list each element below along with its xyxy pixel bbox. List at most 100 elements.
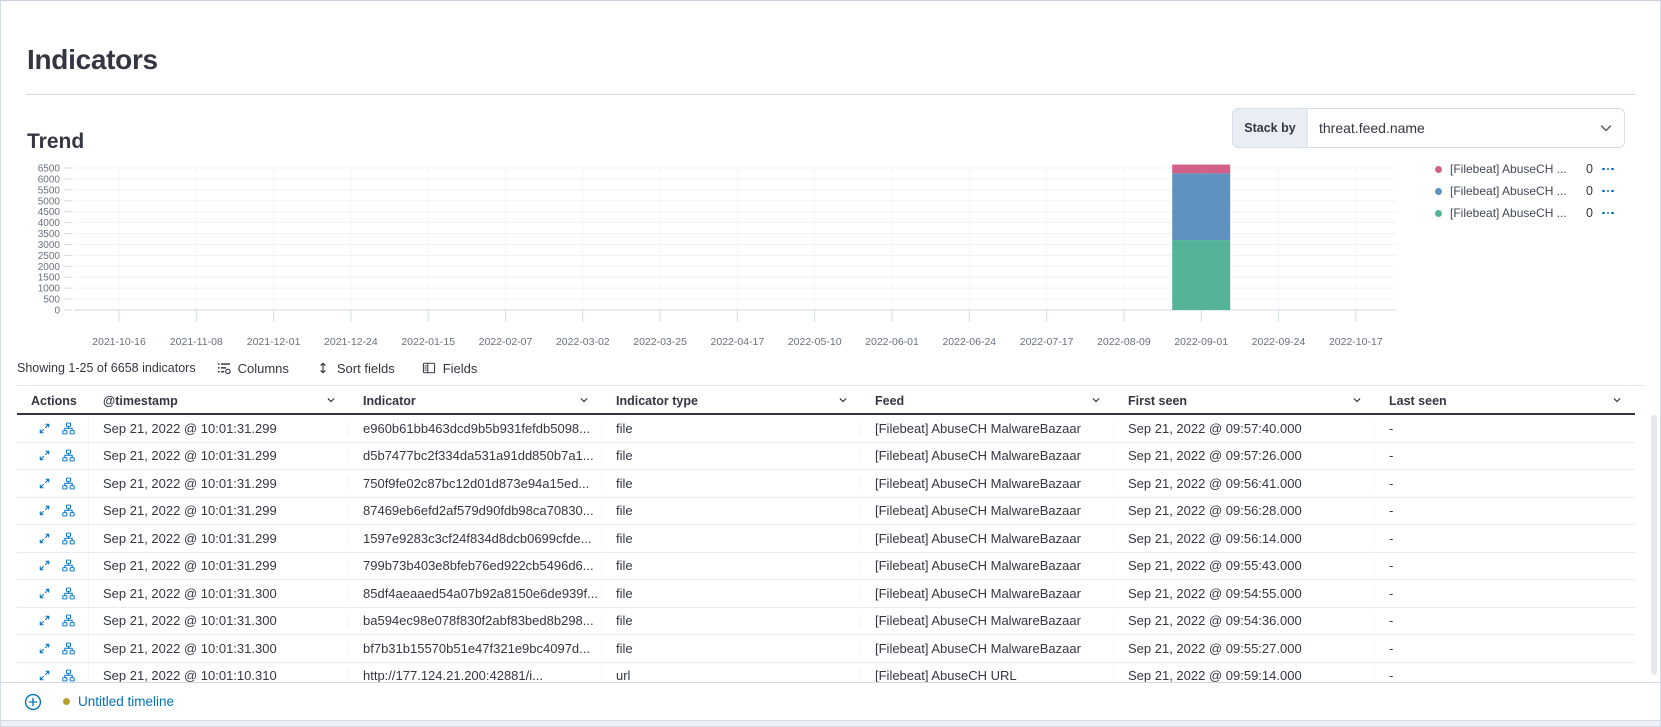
cell-feed: [Filebeat] AbuseCH MalwareBazaar xyxy=(861,531,1114,546)
legend-item[interactable]: [Filebeat] AbuseCH ... 0 xyxy=(1435,158,1645,180)
add-to-timeline-icon[interactable] xyxy=(62,669,75,682)
expand-icon[interactable] xyxy=(38,669,51,682)
table-row: Sep 21, 2022 @ 10:01:31.2991597e9283c3cf… xyxy=(17,525,1635,553)
table-row: Sep 21, 2022 @ 10:01:10.310http://177.12… xyxy=(17,663,1635,683)
cell-indicator: d5b7477bc2f334da531a91dd850b7a1... xyxy=(349,448,602,463)
cell-last-seen: - xyxy=(1375,503,1635,518)
cell-last-seen: - xyxy=(1375,448,1635,463)
svg-text:2022-09-01: 2022-09-01 xyxy=(1174,336,1228,348)
cell-feed: [Filebeat] AbuseCH MalwareBazaar xyxy=(861,503,1114,518)
column-header-feed[interactable]: Feed xyxy=(861,389,1114,413)
cell-timestamp: Sep 21, 2022 @ 10:01:31.299 xyxy=(89,476,349,491)
cell-timestamp: Sep 21, 2022 @ 10:01:31.299 xyxy=(89,421,349,436)
legend-actions-icon[interactable] xyxy=(1602,190,1614,193)
svg-text:2022-08-09: 2022-08-09 xyxy=(1097,336,1151,348)
cell-indicator-type: file xyxy=(602,586,861,601)
expand-icon[interactable] xyxy=(38,642,51,655)
expand-icon[interactable] xyxy=(38,504,51,517)
column-header-indicator[interactable]: Indicator xyxy=(349,389,602,413)
legend-label: [Filebeat] AbuseCH ... xyxy=(1450,206,1577,220)
cell-last-seen: - xyxy=(1375,668,1635,682)
cell-indicator-type: url xyxy=(602,668,861,682)
expand-icon[interactable] xyxy=(38,532,51,545)
expand-icon[interactable] xyxy=(38,614,51,627)
add-to-timeline-icon[interactable] xyxy=(62,449,75,462)
add-to-timeline-icon[interactable] xyxy=(62,532,75,545)
svg-text:2022-06-01: 2022-06-01 xyxy=(865,336,919,348)
expand-icon[interactable] xyxy=(38,587,51,600)
svg-text:2022-07-17: 2022-07-17 xyxy=(1020,336,1074,348)
cell-timestamp: Sep 21, 2022 @ 10:01:31.299 xyxy=(89,448,349,463)
chevron-down-icon xyxy=(579,394,589,408)
add-to-timeline-icon[interactable] xyxy=(62,422,75,435)
svg-text:2021-12-24: 2021-12-24 xyxy=(324,336,378,348)
column-header-last-seen[interactable]: Last seen xyxy=(1375,389,1635,413)
expand-icon[interactable] xyxy=(38,422,51,435)
stack-by-select[interactable]: Stack by threat.feed.name xyxy=(1232,108,1625,148)
cell-indicator-type: file xyxy=(602,641,861,656)
row-actions xyxy=(17,663,89,683)
legend-actions-icon[interactable] xyxy=(1602,168,1614,171)
column-header-timestamp[interactable]: @timestamp xyxy=(89,389,349,413)
timeline-title-link[interactable]: Untitled timeline xyxy=(78,694,174,709)
chevron-down-icon xyxy=(1352,394,1362,408)
add-to-timeline-icon[interactable] xyxy=(62,559,75,572)
chevron-down-icon xyxy=(1091,394,1101,408)
cell-feed: [Filebeat] AbuseCH URL xyxy=(861,668,1114,682)
legend-color-dot xyxy=(1435,166,1442,173)
add-to-timeline-icon[interactable] xyxy=(62,477,75,490)
fields-button[interactable]: Fields xyxy=(422,361,478,376)
cell-first-seen: Sep 21, 2022 @ 09:57:40.000 xyxy=(1114,421,1375,436)
cell-indicator: 750f9fe02c87bc12d01d873e94a15ed... xyxy=(349,476,602,491)
table-row: Sep 21, 2022 @ 10:01:31.300bf7b31b15570b… xyxy=(17,635,1635,663)
cell-indicator: 799b73b403e8bfeb76ed922cb5496d6... xyxy=(349,558,602,573)
cell-last-seen: - xyxy=(1375,641,1635,656)
plus-circle-icon[interactable] xyxy=(24,693,42,711)
expand-icon[interactable] xyxy=(38,559,51,572)
chevron-down-icon xyxy=(326,394,336,408)
chevron-down-icon xyxy=(1588,109,1624,147)
column-header-indicator-type[interactable]: Indicator type xyxy=(602,389,861,413)
table-row: Sep 21, 2022 @ 10:01:31.29987469eb6efd2a… xyxy=(17,498,1635,526)
legend-item[interactable]: [Filebeat] AbuseCH ... 0 xyxy=(1435,180,1645,202)
svg-text:6500: 6500 xyxy=(38,164,61,175)
row-actions xyxy=(17,443,89,470)
chevron-down-icon xyxy=(838,394,848,408)
cell-feed: [Filebeat] AbuseCH MalwareBazaar xyxy=(861,421,1114,436)
row-actions xyxy=(17,608,89,635)
cell-feed: [Filebeat] AbuseCH MalwareBazaar xyxy=(861,586,1114,601)
cell-indicator: ba594ec98e078f830f2abf83bed8b298... xyxy=(349,613,602,628)
add-to-timeline-icon[interactable] xyxy=(62,587,75,600)
expand-icon[interactable] xyxy=(38,449,51,462)
cell-last-seen: - xyxy=(1375,613,1635,628)
cell-last-seen: - xyxy=(1375,421,1635,436)
cell-first-seen: Sep 21, 2022 @ 09:56:14.000 xyxy=(1114,531,1375,546)
timeline-status-dot xyxy=(63,698,70,705)
svg-text:2022-02-07: 2022-02-07 xyxy=(479,336,533,348)
legend-actions-icon[interactable] xyxy=(1602,212,1614,215)
expand-icon[interactable] xyxy=(38,477,51,490)
row-actions xyxy=(17,580,89,607)
cell-indicator: e960b61bb463dcd9b5b931fefdb5098... xyxy=(349,421,602,436)
legend-item[interactable]: [Filebeat] AbuseCH ... 0 xyxy=(1435,202,1645,224)
timeline-bottom-bar: Untitled timeline xyxy=(1,682,1660,721)
indicators-table: Actions @timestamp Indicator Indicator t… xyxy=(17,389,1635,682)
svg-text:3500: 3500 xyxy=(38,229,61,240)
add-to-timeline-icon[interactable] xyxy=(62,504,75,517)
table-scrollbar[interactable] xyxy=(1651,415,1657,675)
sort-fields-button[interactable]: Sort fields xyxy=(316,361,395,376)
cell-indicator-type: file xyxy=(602,503,861,518)
table-row: Sep 21, 2022 @ 10:01:31.30085df4aeaaed54… xyxy=(17,580,1635,608)
column-header-first-seen[interactable]: First seen xyxy=(1114,389,1375,413)
svg-text:5000: 5000 xyxy=(38,196,61,207)
legend-value: 0 xyxy=(1577,184,1593,198)
add-to-timeline-icon[interactable] xyxy=(62,614,75,627)
cell-indicator: http://177.124.21.200:42881/i... xyxy=(349,668,602,682)
add-to-timeline-icon[interactable] xyxy=(62,642,75,655)
fields-icon xyxy=(422,361,436,375)
columns-button[interactable]: Columns xyxy=(217,361,289,376)
sort-icon xyxy=(316,361,330,375)
cell-first-seen: Sep 21, 2022 @ 09:54:55.000 xyxy=(1114,586,1375,601)
table-toolbar: Showing 1-25 of 6658 indicators Columns … xyxy=(17,357,504,379)
cell-indicator-type: file xyxy=(602,421,861,436)
